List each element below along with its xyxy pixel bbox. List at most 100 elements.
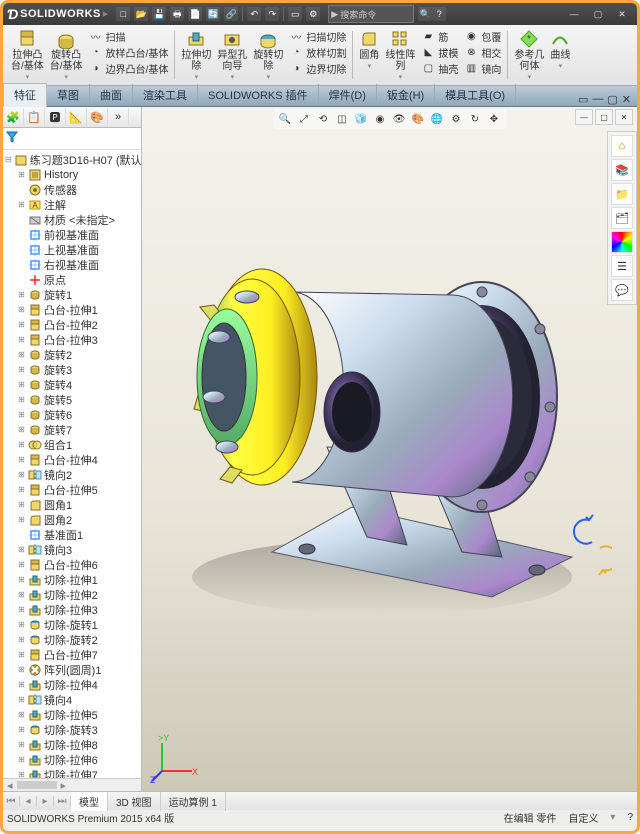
mirror-button[interactable]: ▥镜向: [464, 61, 501, 76]
cut-revolve-button[interactable]: 旋转切 除 ▾: [251, 29, 285, 81]
save-icon[interactable]: 💾: [152, 7, 166, 21]
property-tab[interactable]: 📋: [24, 108, 45, 126]
display-style-icon[interactable]: ◉: [372, 111, 388, 127]
tree-node[interactable]: ⊞镜向3: [3, 542, 141, 557]
mdi-close-icon[interactable]: ✕: [622, 93, 631, 106]
hide-show-icon[interactable]: 👁: [391, 111, 407, 127]
prev-button[interactable]: ◂: [20, 796, 37, 807]
tree-node[interactable]: 右视基准面: [3, 257, 141, 272]
minimize-button[interactable]: —: [563, 6, 585, 22]
revolve-boss-button[interactable]: 旋转凸 台/基体 ▾: [48, 29, 85, 81]
mdi-minimize-icon[interactable]: ▭: [578, 93, 588, 106]
cut-loft-button[interactable]: ◔放样切割: [289, 45, 346, 60]
feature-tree-tab[interactable]: 🧩: [3, 108, 24, 126]
tree-node[interactable]: ⊞旋转2: [3, 347, 141, 362]
3dview-tab[interactable]: 3D 视图: [108, 792, 161, 811]
ref-geometry-button[interactable]: * 参考几 何体 ▾: [512, 29, 546, 81]
tree-node[interactable]: ⊞切除-拉伸6: [3, 752, 141, 767]
print-icon[interactable]: 🖶: [170, 7, 184, 21]
tree-node[interactable]: 材质 <未指定>: [3, 212, 141, 227]
next-button[interactable]: ▸: [37, 796, 54, 807]
tree-node[interactable]: ⊞切除-拉伸4: [3, 677, 141, 692]
cut-sweep-button[interactable]: 〰扫描切除: [289, 29, 346, 44]
link-icon[interactable]: 🔗: [224, 7, 238, 21]
vp-restore-button[interactable]: ▢: [595, 109, 613, 125]
tree-node[interactable]: ⊞旋转1: [3, 287, 141, 302]
status-help-icon[interactable]: ?: [627, 812, 633, 823]
scene-icon[interactable]: 🌐: [429, 111, 445, 127]
tree-node[interactable]: ⊞旋转5: [3, 392, 141, 407]
tree-node[interactable]: ⊞切除-旋转1: [3, 617, 141, 632]
tree-node[interactable]: ⊞圆角2: [3, 512, 141, 527]
tree-node[interactable]: ⊞凸台-拉伸7: [3, 647, 141, 662]
tree-node[interactable]: ⊞镜向4: [3, 692, 141, 707]
section-view-icon[interactable]: ◫: [334, 111, 350, 127]
fillet-button[interactable]: 圆角 ▾: [357, 29, 381, 81]
more-tab[interactable]: »: [108, 108, 129, 126]
tree-node[interactable]: ⊞凸台-拉伸2: [3, 317, 141, 332]
appearance-icon[interactable]: 🎨: [410, 111, 426, 127]
motion-study-tab[interactable]: 运动算例 1: [161, 792, 226, 811]
tab-weldments[interactable]: 焊件(D): [319, 84, 377, 106]
extrude-boss-button[interactable]: 拉伸凸 台/基体 ▾: [9, 29, 46, 81]
status-custom[interactable]: 自定义: [568, 810, 598, 825]
tree-node[interactable]: 原点: [3, 272, 141, 287]
tree-node[interactable]: ⊞圆角1: [3, 497, 141, 512]
design-library-icon[interactable]: 📚: [611, 159, 633, 181]
options-icon[interactable]: ⚙: [306, 7, 320, 21]
tree-node[interactable]: ⊞切除-旋转3: [3, 722, 141, 737]
dim-tab[interactable]: 📐: [66, 108, 87, 126]
panel-hscroll[interactable]: ◂ ▸: [3, 778, 141, 791]
tree-node[interactable]: ⊞凸台-拉伸4: [3, 452, 141, 467]
maximize-button[interactable]: ▢: [587, 6, 609, 22]
help-icon[interactable]: ?: [432, 7, 446, 21]
prev-view-icon[interactable]: ⟲: [315, 111, 331, 127]
tree-node[interactable]: ⊞旋转7: [3, 422, 141, 437]
search-dropdown-icon[interactable]: 🔍: [418, 7, 432, 21]
first-button[interactable]: ⏮: [3, 796, 20, 807]
tab-moldtools[interactable]: 模具工具(O): [435, 84, 516, 106]
last-button[interactable]: ⏭: [54, 796, 71, 807]
zoom-area-icon[interactable]: ⤢: [296, 111, 312, 127]
view-settings-icon[interactable]: ⚙: [448, 111, 464, 127]
graphics-viewport[interactable]: 🔍 ⤢ ⟲ ◫ 🧊 ◉ 👁 🎨 🌐 ⚙ ↻ ✥ — ▢ ✕ ⌂ 📚: [142, 107, 637, 791]
command-search[interactable]: ▶ 搜索命令: [328, 5, 414, 23]
tab-addins[interactable]: SOLIDWORKS 插件: [198, 84, 319, 106]
refresh-icon[interactable]: 🔄: [206, 7, 220, 21]
mdi-restore-icon[interactable]: —: [592, 93, 603, 106]
tree-node[interactable]: 基准面1: [3, 527, 141, 542]
render-tab[interactable]: 🎨: [87, 108, 108, 126]
feature-tree[interactable]: ⊟练习题3D16-H07 (默认⊞History传感器⊞A注解材质 <未指定>前…: [3, 150, 141, 778]
tree-node[interactable]: ⊞凸台-拉伸6: [3, 557, 141, 572]
tree-node[interactable]: ⊞旋转3: [3, 362, 141, 377]
tree-node[interactable]: 传感器: [3, 182, 141, 197]
tree-node[interactable]: ⊞切除-拉伸5: [3, 707, 141, 722]
rotate-icon[interactable]: ↻: [467, 111, 483, 127]
intersect-button[interactable]: ⊗相交: [464, 45, 501, 60]
tab-render[interactable]: 渲染工具: [133, 84, 198, 106]
tree-node[interactable]: ⊞A注解: [3, 197, 141, 212]
tab-sketch[interactable]: 草图: [47, 84, 90, 106]
tree-node[interactable]: ⊞切除-拉伸1: [3, 572, 141, 587]
vp-close-button[interactable]: ✕: [615, 109, 633, 125]
tree-node[interactable]: ⊞切除-拉伸8: [3, 737, 141, 752]
tree-node[interactable]: ⊞切除-拉伸3: [3, 602, 141, 617]
custom-props-icon[interactable]: ☰: [611, 255, 633, 277]
boundary-button[interactable]: ◑边界凸台/基体: [89, 61, 169, 76]
loft-button[interactable]: ◔放样凸台/基体: [89, 45, 169, 60]
select-icon[interactable]: ▭: [288, 7, 302, 21]
open-icon[interactable]: 📂: [134, 7, 148, 21]
tree-node[interactable]: 前视基准面: [3, 227, 141, 242]
tree-node[interactable]: ⊞凸台-拉伸3: [3, 332, 141, 347]
tree-node[interactable]: ⊞旋转6: [3, 407, 141, 422]
tree-node[interactable]: ⊞组合1: [3, 437, 141, 452]
draft-button[interactable]: ◣拔模: [421, 45, 458, 60]
cut-extrude-button[interactable]: 拉伸切 除 ▾: [179, 29, 213, 81]
tree-node[interactable]: ⊞切除-拉伸7: [3, 767, 141, 778]
tree-node[interactable]: ⊞凸台-拉伸1: [3, 302, 141, 317]
view-palette-icon[interactable]: 🗂: [611, 207, 633, 229]
shell-button[interactable]: ▢抽壳: [421, 61, 458, 76]
close-button[interactable]: ✕: [611, 6, 633, 22]
tree-node[interactable]: ⊟练习题3D16-H07 (默认: [3, 152, 141, 167]
sw-resources-icon[interactable]: ⌂: [611, 135, 633, 157]
